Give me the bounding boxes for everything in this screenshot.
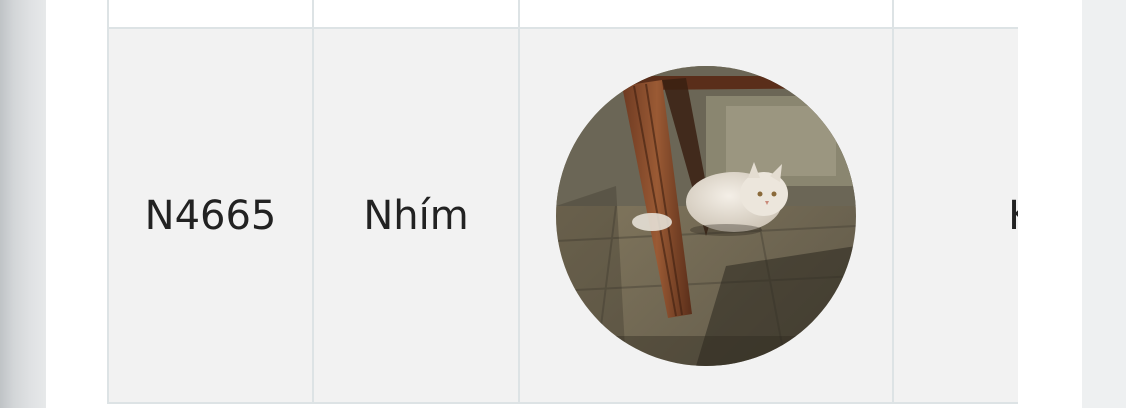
pet-name: Nhím — [363, 192, 469, 239]
right-gutter — [1082, 0, 1126, 408]
cat-photo[interactable] — [556, 65, 856, 366]
pets-table: N4665 Nhím — [107, 0, 1018, 404]
table-cell — [518, 0, 894, 29]
pet-code: N4665 — [144, 192, 277, 239]
pet-attribute-cell: Kích — [892, 27, 1018, 404]
pets-table-scroll-area[interactable]: N4665 Nhím — [107, 0, 1018, 408]
pet-photo-cell — [518, 27, 894, 404]
pet-attribute: Kích — [1008, 193, 1018, 239]
table-cell — [892, 0, 1018, 29]
table-row[interactable]: N4665 Nhím — [107, 27, 1018, 404]
pet-code-cell: N4665 — [107, 27, 314, 404]
table-cell — [312, 0, 520, 29]
page: N4665 Nhím — [0, 0, 1126, 408]
table-row — [107, 0, 1018, 29]
frame-shadow — [0, 0, 46, 408]
pet-name-cell: Nhím — [312, 27, 520, 404]
table-cell — [107, 0, 314, 29]
